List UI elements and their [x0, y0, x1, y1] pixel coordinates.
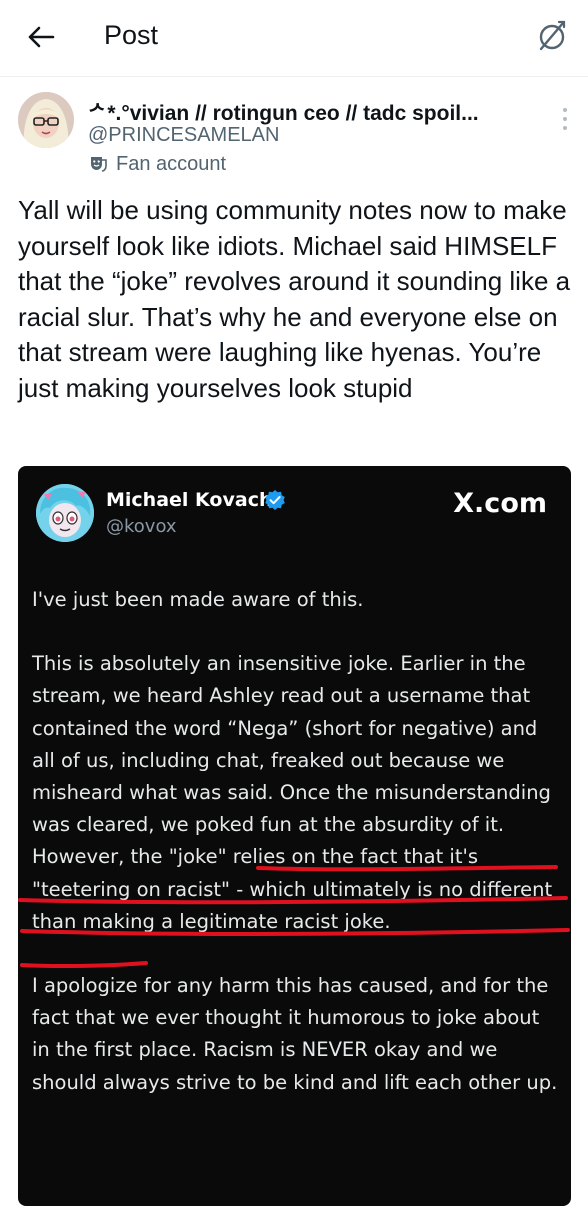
post-text: Yall will be using community notes now t… — [18, 193, 573, 406]
arrow-left-icon — [28, 26, 55, 48]
page-title: Post — [104, 20, 159, 50]
more-options-button[interactable] — [560, 106, 570, 132]
mute-conversation-button[interactable] — [534, 18, 570, 54]
verified-badge-icon — [265, 490, 285, 510]
embedded-paragraph: This is absolutely an insensitive joke. … — [32, 652, 553, 933]
site-watermark: X.com — [453, 488, 547, 519]
embedded-avatar — [36, 484, 94, 542]
theater-mask-icon — [91, 157, 107, 172]
back-button[interactable] — [26, 22, 56, 52]
vertical-ellipsis-icon — [563, 108, 567, 130]
author-display-name[interactable]: ᄼ*.°vivian // rotingun ceo // tadc spoil… — [88, 97, 548, 127]
embedded-paragraph: I've just been made aware of this. — [32, 588, 364, 611]
top-bar: Post — [0, 0, 588, 77]
fan-account-label: Fan account — [88, 152, 226, 176]
author-handle[interactable]: @PRINCESAMELAN — [88, 124, 279, 147]
embedded-post-body: I've just been made aware of this. This … — [32, 584, 562, 1131]
circle-slash-icon — [539, 20, 566, 51]
post-author: ᄼ*.°vivian // rotingun ceo // tadc spoil… — [18, 92, 588, 182]
embedded-author-handle: @kovox — [106, 516, 177, 537]
avatar[interactable] — [18, 92, 74, 148]
embedded-author-name: Michael Kovach — [106, 489, 273, 511]
post-body: Yall will be using community notes now t… — [18, 195, 571, 403]
embedded-paragraph: I apologize for any harm this has caused… — [32, 974, 558, 1094]
fan-account-text: Fan account — [116, 152, 227, 175]
embedded-screenshot-image[interactable]: Michael Kovach @kovox X.com I've just be… — [18, 466, 571, 1206]
